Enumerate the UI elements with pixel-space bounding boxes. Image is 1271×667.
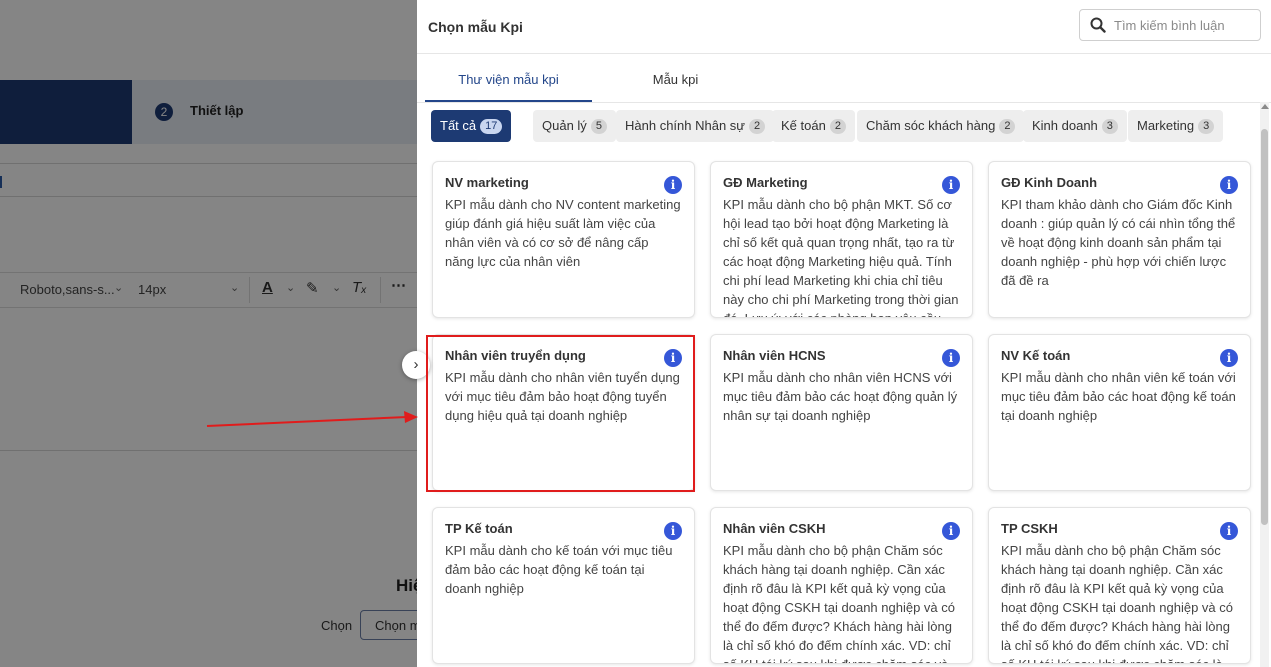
- chip-label: Quản lý: [542, 118, 587, 133]
- chip-label: Chăm sóc khách hàng: [866, 118, 996, 133]
- tab-library[interactable]: Thư viện mẫu kpi: [425, 54, 592, 102]
- card-description: KPI mẫu dành cho bộ phận Chăm sóc khách …: [723, 543, 956, 663]
- kpi-template-card[interactable]: TP CSKH KPI mẫu dành cho bộ phận Chăm só…: [988, 507, 1251, 664]
- filter-chip-accounting[interactable]: Kế toán 2: [772, 110, 855, 142]
- drawer-title: Chọn mẫu Kpi: [428, 19, 523, 35]
- kpi-template-card[interactable]: GĐ Kinh Doanh KPI tham khảo dành cho Giá…: [988, 161, 1251, 318]
- modal-overlay[interactable]: [0, 0, 417, 667]
- kpi-template-card[interactable]: GĐ Marketing KPI mẫu dành cho bộ phận MK…: [710, 161, 973, 318]
- card-description: KPI mẫu dành cho bộ phận Chăm sóc khách …: [1001, 543, 1234, 663]
- scroll-up-arrow-icon[interactable]: [1261, 104, 1269, 109]
- kpi-template-card[interactable]: NV Kế toán KPI mẫu dành cho nhân viên kế…: [988, 334, 1251, 491]
- card-description: KPI mẫu dành cho kế toán với mục tiêu đả…: [445, 543, 673, 596]
- template-tabs: Thư viện mẫu kpi Mẫu kpi: [417, 54, 1271, 103]
- search-input[interactable]: [1114, 16, 1254, 34]
- filter-chip-all[interactable]: Tất cả 17: [431, 110, 512, 142]
- drawer-header: Chọn mẫu Kpi: [417, 0, 1271, 54]
- chevron-right-icon: ›: [413, 356, 419, 373]
- kpi-template-card[interactable]: Nhân viên truyển dụng KPI mẫu dành cho n…: [432, 334, 695, 491]
- filter-chip-management[interactable]: Quản lý 5: [533, 110, 616, 142]
- chip-count: 3: [1198, 119, 1215, 134]
- chip-label: Kế toán: [781, 118, 826, 133]
- search-box[interactable]: [1079, 9, 1261, 41]
- chip-count: 17: [480, 119, 503, 134]
- card-description: KPI mẫu dành cho nhân viên HCNS với mục …: [723, 370, 958, 423]
- chip-label: Tất cả: [440, 118, 477, 133]
- info-icon[interactable]: i: [1220, 176, 1238, 194]
- chip-count: 5: [590, 119, 607, 134]
- filter-chip-marketing[interactable]: Marketing 3: [1128, 110, 1224, 142]
- card-title: TP Kế toán: [445, 521, 513, 536]
- info-icon[interactable]: i: [664, 522, 682, 540]
- chip-count: 2: [829, 119, 846, 134]
- chip-label: Marketing: [1137, 118, 1195, 133]
- chip-label: Kinh doanh: [1032, 118, 1098, 133]
- filter-chip-hr[interactable]: Hành chính Nhân sự 2: [616, 110, 775, 142]
- kpi-template-card[interactable]: Nhân viên CSKH KPI mẫu dành cho bộ phận …: [710, 507, 973, 664]
- vertical-scrollbar[interactable]: [1260, 102, 1269, 667]
- chip-label: Hành chính Nhân sự: [625, 118, 745, 133]
- info-icon[interactable]: i: [942, 349, 960, 367]
- card-description: KPI mẫu dành cho bộ phận MKT. Số cơ hội …: [723, 197, 959, 317]
- filter-chip-sales[interactable]: Kinh doanh 3: [1023, 110, 1127, 142]
- search-icon: [1090, 17, 1106, 38]
- chip-count: 3: [1101, 119, 1118, 134]
- card-title: GĐ Marketing: [723, 175, 808, 190]
- card-title: Nhân viên truyển dụng: [445, 348, 586, 363]
- card-description: KPI mẫu dành cho nhân viên kế toán với m…: [1001, 370, 1236, 423]
- kpi-template-card[interactable]: TP Kế toán KPI mẫu dành cho kế toán với …: [432, 507, 695, 664]
- card-title: NV marketing: [445, 175, 529, 190]
- card-description: KPI mẫu dành cho nhân viên tuyển dụng vớ…: [445, 370, 680, 423]
- info-icon[interactable]: i: [942, 176, 960, 194]
- collapse-drawer-button[interactable]: ›: [402, 351, 430, 379]
- kpi-template-card[interactable]: Nhân viên HCNS KPI mẫu dành cho nhân viê…: [710, 334, 973, 491]
- card-title: Nhân viên HCNS: [723, 348, 826, 363]
- info-icon[interactable]: i: [942, 522, 960, 540]
- background-page: 2 Thiết lập Roboto,sans-s... ⌄ 14px ⌄ A …: [0, 0, 417, 667]
- card-title: TP CSKH: [1001, 521, 1058, 536]
- info-icon[interactable]: i: [1220, 522, 1238, 540]
- card-title: Nhân viên CSKH: [723, 521, 826, 536]
- card-title: NV Kế toán: [1001, 348, 1071, 363]
- tab-my-templates[interactable]: Mẫu kpi: [592, 54, 759, 102]
- card-description: KPI mẫu dành cho NV content marketing gi…: [445, 197, 681, 269]
- filter-chip-customer-care[interactable]: Chăm sóc khách hàng 2: [857, 110, 1025, 142]
- card-title: GĐ Kinh Doanh: [1001, 175, 1098, 190]
- info-icon[interactable]: i: [1220, 349, 1238, 367]
- info-icon[interactable]: i: [664, 349, 682, 367]
- chip-count: 2: [749, 119, 766, 134]
- card-description: KPI tham khảo dành cho Giám đốc Kinh doa…: [1001, 197, 1236, 288]
- chip-count: 2: [999, 119, 1016, 134]
- kpi-template-card[interactable]: NV marketing KPI mẫu dành cho NV content…: [432, 161, 695, 318]
- scrollbar-thumb[interactable]: [1261, 129, 1268, 525]
- kpi-template-drawer: Chọn mẫu Kpi Thư viện mẫu kpi Mẫu kpi Tấ…: [417, 0, 1271, 667]
- info-icon[interactable]: i: [664, 176, 682, 194]
